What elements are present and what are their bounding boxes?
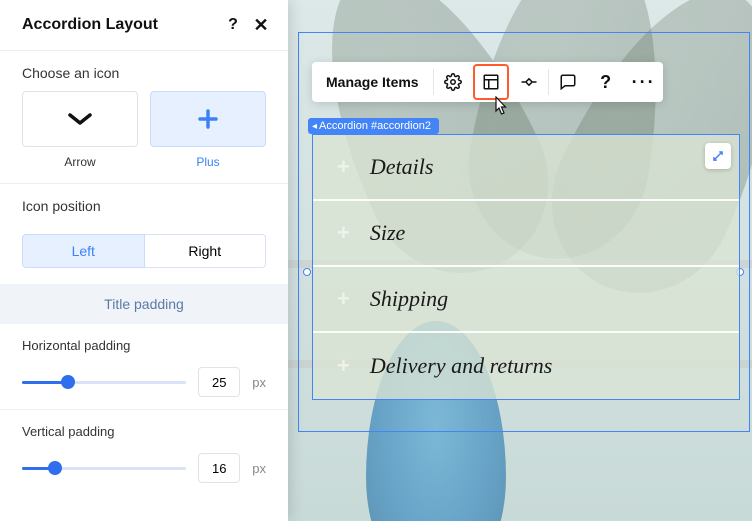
vertical-padding-input[interactable]: [198, 453, 240, 483]
horizontal-padding-input[interactable]: [198, 367, 240, 397]
panel-header: Accordion Layout ? ✕: [0, 0, 288, 51]
vertical-padding-label: Vertical padding: [22, 424, 266, 439]
vertical-padding-slider[interactable]: [22, 467, 186, 470]
element-tag-text: Accordion #accordion2: [319, 120, 431, 132]
panel-title: Accordion Layout: [22, 16, 216, 34]
layout-icon[interactable]: [473, 64, 509, 100]
resize-handle-left[interactable]: [303, 268, 311, 276]
horizontal-padding-unit: px: [252, 375, 266, 390]
horizontal-padding-label: Horizontal padding: [22, 338, 266, 353]
help-icon[interactable]: ?: [587, 62, 625, 102]
accordion-item[interactable]: + Details: [313, 135, 739, 201]
icon-arrow-label: Arrow: [22, 155, 138, 169]
close-icon[interactable]: ✕: [250, 14, 272, 36]
stretch-icon[interactable]: [510, 62, 548, 102]
icon-choice-arrow[interactable]: [22, 91, 138, 147]
accordion-item-title: Size: [370, 220, 405, 246]
slider-thumb[interactable]: [48, 461, 62, 475]
manage-items-button[interactable]: Manage Items: [312, 62, 433, 102]
element-tag[interactable]: ◂ Accordion #accordion2: [308, 118, 439, 134]
accordion-item-title: Delivery and returns: [370, 353, 552, 379]
horizontal-padding-slider[interactable]: [22, 381, 186, 384]
plus-icon: +: [337, 220, 350, 246]
icon-position-label: Icon position: [0, 184, 288, 224]
accordion-widget[interactable]: + Details + Size + Shipping + Delivery a…: [312, 134, 740, 400]
plus-icon: +: [337, 154, 350, 180]
vertical-padding-unit: px: [252, 461, 266, 476]
plus-icon: +: [337, 286, 350, 312]
help-icon[interactable]: ?: [222, 14, 244, 36]
accordion-item[interactable]: + Delivery and returns: [313, 333, 739, 399]
accordion-item-title: Shipping: [370, 286, 448, 312]
expand-icon[interactable]: [705, 143, 731, 169]
choose-icon-label: Choose an icon: [0, 51, 288, 91]
slider-thumb[interactable]: [61, 375, 75, 389]
element-toolbar: Manage Items ? ···: [312, 62, 663, 102]
icon-plus-label: Plus: [150, 155, 266, 169]
title-padding-header: Title padding: [0, 284, 288, 324]
accordion-item[interactable]: + Shipping: [313, 267, 739, 333]
more-icon[interactable]: ···: [625, 62, 663, 102]
plus-icon: +: [337, 353, 350, 379]
accordion-item[interactable]: + Size: [313, 201, 739, 267]
position-right-button[interactable]: Right: [145, 234, 267, 268]
accordion-item-title: Details: [370, 154, 434, 180]
position-left-button[interactable]: Left: [22, 234, 145, 268]
icon-choice-plus[interactable]: [150, 91, 266, 147]
comment-icon[interactable]: [549, 62, 587, 102]
settings-icon[interactable]: [434, 62, 472, 102]
layout-panel: Accordion Layout ? ✕ Choose an icon Arro…: [0, 0, 288, 521]
